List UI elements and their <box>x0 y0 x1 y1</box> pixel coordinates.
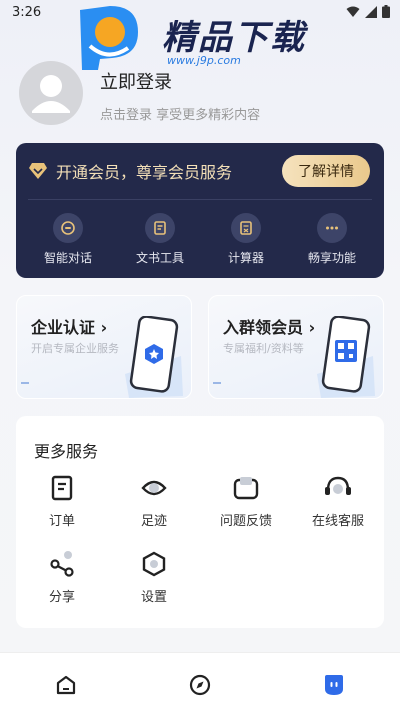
vip-title: 开通会员，尊享会员服务 <box>56 163 233 182</box>
services-title: 更多服务 <box>34 442 99 461</box>
tab-discover[interactable] <box>186 671 214 699</box>
service-order[interactable]: 订单 <box>22 474 102 529</box>
headset-icon <box>324 474 352 502</box>
vip-card[interactable]: 开通会员，尊享会员服务 了解详情 智能对话 文书工具 计算器 畅享功能 <box>16 143 384 278</box>
login-subtitle[interactable]: 点击登录 享受更多精彩内容 <box>100 104 260 123</box>
service-online-support[interactable]: 在线客服 <box>298 474 378 529</box>
tab-home[interactable] <box>52 671 80 699</box>
vip-feature-document[interactable]: 文书工具 <box>120 213 200 266</box>
service-settings[interactable]: 设置 <box>114 550 194 605</box>
service-label: 分享 <box>48 590 75 605</box>
phone-qrcode-icon <box>317 316 375 398</box>
diamond-icon <box>29 163 47 179</box>
promo-enterprise-card[interactable]: 企业认证 › 开启专属企业服务 <box>16 295 192 399</box>
avatar[interactable] <box>19 61 83 125</box>
service-label: 足迹 <box>140 514 167 529</box>
document-tool-icon <box>145 213 175 243</box>
more-services-panel: 更多服务 订单 足迹 问题反馈 在线客服 分享 设置 <box>16 416 384 628</box>
default-avatar-icon <box>32 75 70 113</box>
more-dots-icon <box>317 213 347 243</box>
promo-subtitle: 专属福利/资料等 <box>223 342 304 355</box>
bottom-tab-bar <box>0 652 400 712</box>
status-icons <box>346 5 390 18</box>
promo-indicator <box>21 382 29 384</box>
footprint-icon <box>140 474 168 502</box>
promo-group-card[interactable]: 入群领会员 › 专属福利/资料等 <box>208 295 384 399</box>
service-footprint[interactable]: 足迹 <box>114 474 194 529</box>
feedback-icon <box>232 474 260 502</box>
promo-title: 企业认证 › <box>31 318 108 337</box>
vip-feature-label: 智能对话 <box>43 251 92 265</box>
profile-icon <box>325 675 343 695</box>
logo-url: www.j9p.com <box>167 54 241 67</box>
service-share[interactable]: 分享 <box>22 550 102 605</box>
vip-feature-more[interactable]: 畅享功能 <box>292 213 372 266</box>
vip-feature-label: 文书工具 <box>135 251 184 265</box>
chat-icon <box>53 213 83 243</box>
vip-feature-label: 畅享功能 <box>307 251 356 265</box>
promo-title: 入群领会员 › <box>223 318 316 337</box>
vip-feature-label: 计算器 <box>227 251 264 265</box>
signal-icon <box>365 5 377 18</box>
service-feedback[interactable]: 问题反馈 <box>206 474 286 529</box>
brand-logo: 精品下载 www.j9p.com <box>72 2 332 72</box>
login-title[interactable]: 立即登录 <box>100 68 172 94</box>
phone-shield-icon <box>125 316 183 398</box>
promo-indicator <box>213 382 221 384</box>
tab-profile[interactable] <box>320 671 348 699</box>
service-label: 订单 <box>48 514 75 529</box>
vip-feature-calculator[interactable]: 计算器 <box>206 213 286 266</box>
calculator-icon <box>231 213 261 243</box>
logo-text: 精品下载 <box>162 18 306 58</box>
vip-divider <box>28 199 372 200</box>
vip-details-button[interactable]: 了解详情 <box>282 155 370 187</box>
vip-header: 开通会员，尊享会员服务 <box>28 159 232 183</box>
logo-mark-icon <box>80 6 138 70</box>
battery-icon <box>382 5 390 18</box>
service-label: 设置 <box>140 590 167 605</box>
compass-icon <box>189 674 211 696</box>
service-label: 问题反馈 <box>219 514 272 529</box>
status-time: 3:26 <box>12 4 42 20</box>
wifi-icon <box>346 6 360 17</box>
promo-subtitle: 开启专属企业服务 <box>31 342 119 355</box>
home-icon <box>56 675 76 695</box>
settings-icon <box>140 550 168 578</box>
service-label: 在线客服 <box>311 514 364 529</box>
order-icon <box>48 474 76 502</box>
vip-feature-chat[interactable]: 智能对话 <box>28 213 108 266</box>
share-icon <box>48 550 76 578</box>
